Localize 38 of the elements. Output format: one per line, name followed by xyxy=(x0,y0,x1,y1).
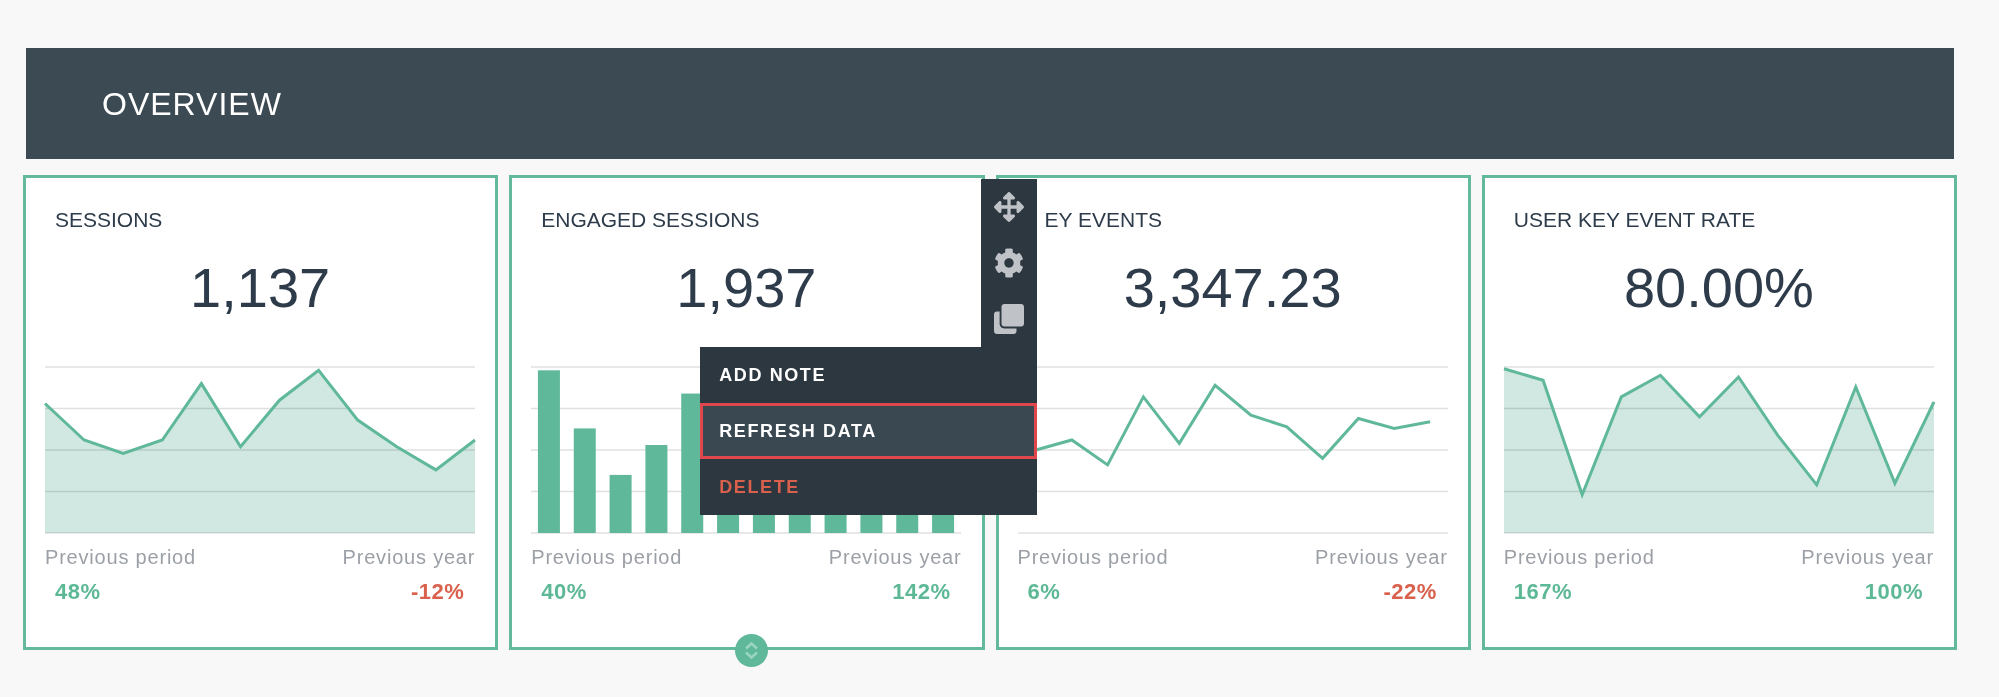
metric-value: 3,347.23 xyxy=(1123,260,1342,316)
comparison-label: Previous period xyxy=(1017,545,1169,569)
comparison-value: -22% xyxy=(1383,579,1437,605)
chart-bar xyxy=(896,513,919,533)
comparison-value: 167% xyxy=(1513,579,1573,605)
metric-value: 80.00% xyxy=(1623,260,1814,316)
comparison-label: Previous year xyxy=(1801,545,1934,569)
comparison-value: -12% xyxy=(410,579,465,605)
section-title: OVERVIEW xyxy=(102,84,282,123)
comparison-label: Previous year xyxy=(1315,545,1448,569)
metric-value: 1,137 xyxy=(190,260,331,316)
comparison-label: Previous year xyxy=(342,545,476,569)
comparison-label: Previous period xyxy=(45,545,196,569)
chart-bar xyxy=(717,513,740,533)
chart-bar xyxy=(789,513,811,533)
comparison-label: Previous period xyxy=(531,545,683,569)
chart-bar xyxy=(753,513,776,533)
comparison-value: 6% xyxy=(1027,579,1061,605)
menu-item[interactable]: REFRESH DATA xyxy=(700,403,1038,459)
comparison-value: 48% xyxy=(55,579,101,605)
settings-icon[interactable] xyxy=(994,248,1025,278)
copy-icon[interactable] xyxy=(994,304,1025,334)
metric-value: 1,937 xyxy=(676,260,817,316)
comparison-value: 142% xyxy=(892,579,951,605)
card-title: ENGAGED SESSIONS xyxy=(541,208,760,232)
comparison-label: Previous year xyxy=(828,545,962,569)
move-icon[interactable] xyxy=(994,192,1025,222)
comparison-value: 100% xyxy=(1864,579,1923,605)
chart-bar xyxy=(824,513,847,533)
comparison-label: Previous period xyxy=(1503,545,1655,569)
card-title: USER KEY EVENT RATE xyxy=(1513,208,1756,232)
menu-item[interactable]: ADD NOTE xyxy=(700,347,1038,403)
card-title: SESSIONS xyxy=(55,208,163,232)
chart-bar xyxy=(609,474,632,533)
chart-bar xyxy=(860,513,883,533)
chart-bar xyxy=(932,513,955,533)
comparison-value: 40% xyxy=(541,579,587,605)
card-title: EY EVENTS xyxy=(1044,208,1162,232)
